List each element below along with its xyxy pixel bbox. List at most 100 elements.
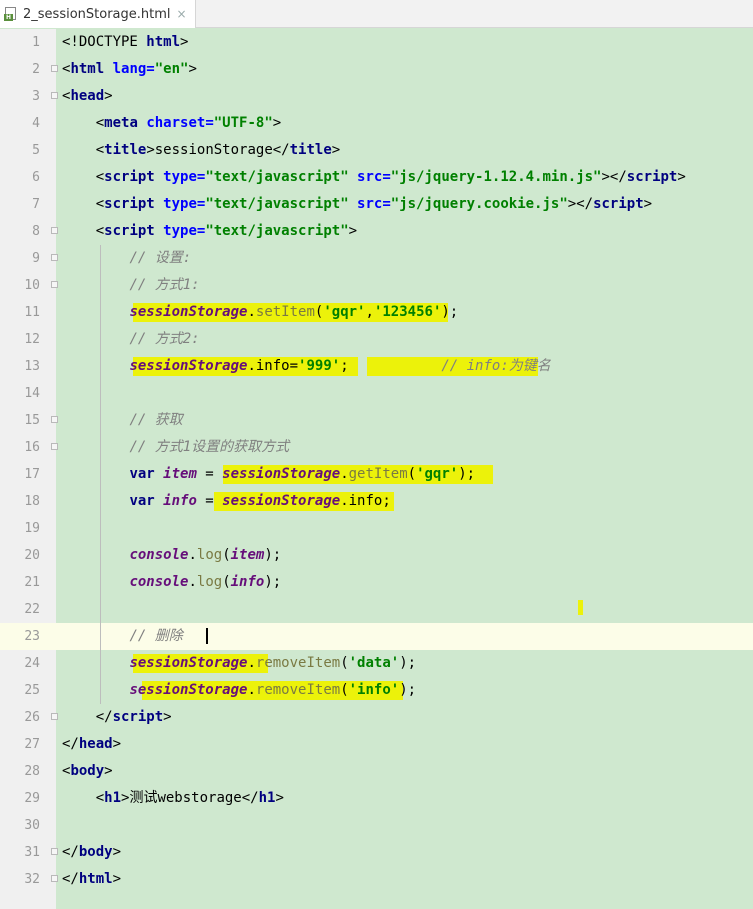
code-text: var item = sessionStorage.getItem('gqr')… bbox=[129, 466, 476, 482]
line-number: 22 bbox=[24, 602, 40, 617]
code-line[interactable]: 13 sessionStorage.info='999'; // info:为键… bbox=[0, 353, 753, 380]
close-icon[interactable]: × bbox=[177, 7, 187, 21]
code-line[interactable]: 20 console.log(item); bbox=[0, 542, 753, 569]
line-number: 30 bbox=[24, 818, 40, 833]
code-text: // 方式1设置的获取方式 bbox=[129, 439, 290, 455]
code-line[interactable]: 3 <head> bbox=[0, 83, 753, 110]
line-number: 5 bbox=[32, 143, 40, 158]
line-number: 4 bbox=[32, 116, 40, 131]
code-line[interactable]: 16 // 方式1设置的获取方式 bbox=[0, 434, 753, 461]
line-number: 27 bbox=[24, 737, 40, 752]
code-line[interactable]: 10 // 方式1: bbox=[0, 272, 753, 299]
code-line[interactable]: 29 <h1>测试webstorage</h1> bbox=[0, 785, 753, 812]
line-number: 12 bbox=[24, 332, 40, 347]
code-line[interactable]: 14 bbox=[0, 380, 753, 407]
code-text: <meta charset="UTF-8"> bbox=[62, 115, 282, 131]
line-number: 11 bbox=[24, 305, 40, 320]
line-number: 15 bbox=[24, 413, 40, 428]
code-line[interactable]: 21 console.log(info); bbox=[0, 569, 753, 596]
fold-marker-icon[interactable] bbox=[51, 443, 59, 452]
tab-file-name: 2_sessionStorage.html bbox=[23, 6, 171, 22]
code-line[interactable]: 31 </body> bbox=[0, 839, 753, 866]
code-text: <h1>测试webstorage</h1> bbox=[62, 790, 284, 806]
fold-marker-icon[interactable] bbox=[51, 713, 59, 722]
code-text: // 方式1: bbox=[129, 277, 200, 293]
code-line[interactable]: 9 // 设置: bbox=[0, 245, 753, 272]
code-text: </html> bbox=[62, 871, 122, 887]
line-number: 18 bbox=[24, 494, 40, 509]
fold-marker-icon[interactable] bbox=[51, 416, 59, 425]
code-text: <body> bbox=[62, 763, 113, 779]
code-line[interactable]: 4 <meta charset="UTF-8"> bbox=[0, 110, 753, 137]
code-line[interactable]: 23 // 删除 bbox=[0, 623, 753, 650]
code-line[interactable]: 25 sessionStorage.removeItem('info'); bbox=[0, 677, 753, 704]
code-line[interactable]: 6 <script type="text/javascript" src="js… bbox=[0, 164, 753, 191]
code-line[interactable]: 12 // 方式2: bbox=[0, 326, 753, 353]
code-text: <title>sessionStorage</title> bbox=[62, 142, 341, 158]
line-number: 16 bbox=[24, 440, 40, 455]
code-line[interactable]: 2 <html lang="en"> bbox=[0, 56, 753, 83]
code-line[interactable]: 17 var item = sessionStorage.getItem('gq… bbox=[0, 461, 753, 488]
fold-marker-icon[interactable] bbox=[51, 92, 59, 101]
tab-file[interactable]: H 2_sessionStorage.html × bbox=[0, 0, 196, 28]
code-editor[interactable]: 1 <!DOCTYPE html> 2 <html lang="en"> 3 <head>… bbox=[0, 29, 753, 909]
indent-guide bbox=[100, 245, 101, 704]
line-number: 28 bbox=[24, 764, 40, 779]
code-line[interactable]: 7 <script type="text/javascript" src="js… bbox=[0, 191, 753, 218]
line-number: 9 bbox=[32, 251, 40, 266]
code-line[interactable]: 15 // 获取 bbox=[0, 407, 753, 434]
code-line[interactable]: 11 sessionStorage.setItem('gqr','123456'… bbox=[0, 299, 753, 326]
line-number: 2 bbox=[32, 62, 40, 77]
code-text: <html lang="en"> bbox=[62, 61, 197, 77]
code-line[interactable]: 28 <body> bbox=[0, 758, 753, 785]
fold-marker-icon[interactable] bbox=[51, 875, 59, 884]
line-number: 19 bbox=[24, 521, 40, 536]
fold-marker-icon[interactable] bbox=[51, 848, 59, 857]
line-number: 14 bbox=[24, 386, 40, 401]
editor-tab-bar: H 2_sessionStorage.html × bbox=[0, 0, 753, 28]
line-number: 10 bbox=[24, 278, 40, 293]
fold-marker-icon[interactable] bbox=[51, 65, 59, 74]
html-file-icon: H bbox=[4, 7, 18, 21]
code-line[interactable]: 26 </script> bbox=[0, 704, 753, 731]
code-line[interactable]: 8 <script type="text/javascript"> bbox=[0, 218, 753, 245]
code-text: <script type="text/javascript" src="js/j… bbox=[62, 169, 686, 185]
code-text: sessionStorage.setItem('gqr','123456'); bbox=[129, 304, 459, 320]
code-text: </body> bbox=[62, 844, 122, 860]
line-number: 3 bbox=[32, 89, 40, 104]
code-text: // 设置: bbox=[129, 250, 192, 266]
line-number: 13 bbox=[24, 359, 40, 374]
code-line[interactable]: 5 <title>sessionStorage</title> bbox=[0, 137, 753, 164]
line-number: 26 bbox=[24, 710, 40, 725]
code-text: <!DOCTYPE html> bbox=[62, 34, 189, 50]
code-text: </head> bbox=[62, 736, 122, 752]
line-number: 20 bbox=[24, 548, 40, 563]
code-line[interactable]: 1 <!DOCTYPE html> bbox=[0, 29, 753, 56]
code-line[interactable]: 24 sessionStorage.removeItem('data'); bbox=[0, 650, 753, 677]
line-number: 6 bbox=[32, 170, 40, 185]
highlighter-mark bbox=[578, 600, 583, 615]
line-number: 1 bbox=[32, 35, 40, 50]
line-number: 8 bbox=[32, 224, 40, 239]
code-text: sessionStorage.removeItem('info'); bbox=[129, 682, 417, 698]
code-text: sessionStorage.removeItem('data'); bbox=[129, 655, 417, 671]
line-number: 31 bbox=[24, 845, 40, 860]
code-text: <head> bbox=[62, 88, 113, 104]
code-text: // 方式2: bbox=[129, 331, 200, 347]
code-text: console.log(info); bbox=[129, 574, 282, 590]
code-line[interactable]: 32 </html> bbox=[0, 866, 753, 893]
code-line[interactable]: 19 bbox=[0, 515, 753, 542]
code-text: console.log(item); bbox=[129, 547, 282, 563]
code-line[interactable]: 18 var info = sessionStorage.info; bbox=[0, 488, 753, 515]
code-text: <script type="text/javascript"> bbox=[62, 223, 358, 239]
code-text: <script type="text/javascript" src="js/j… bbox=[62, 196, 653, 212]
fold-marker-icon[interactable] bbox=[51, 254, 59, 263]
code-text: var info = sessionStorage.info; bbox=[129, 493, 391, 509]
code-line[interactable]: 22 bbox=[0, 596, 753, 623]
fold-marker-icon[interactable] bbox=[51, 281, 59, 290]
line-number: 29 bbox=[24, 791, 40, 806]
code-text: </script> bbox=[62, 709, 172, 725]
code-line[interactable]: 30 bbox=[0, 812, 753, 839]
code-line[interactable]: 27 </head> bbox=[0, 731, 753, 758]
fold-marker-icon[interactable] bbox=[51, 227, 59, 236]
